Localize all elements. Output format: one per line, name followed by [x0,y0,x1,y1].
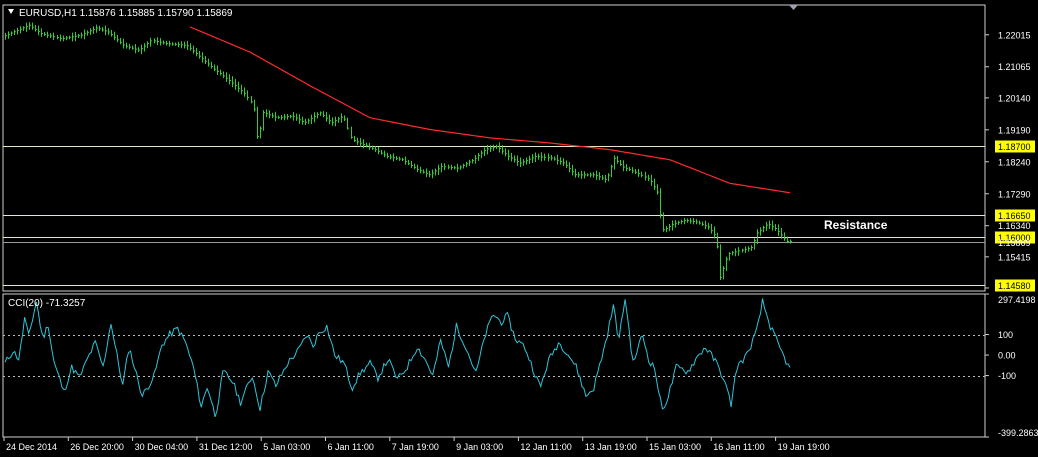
price-tick-label: 1.15415 [998,252,1031,262]
time-tick-label: 19 Jan 19:00 [778,442,830,452]
level-price-label: 1.16650 [998,211,1031,221]
time-tick-label: 31 Dec 12:00 [199,442,253,452]
time-tick-label: 7 Jan 19:00 [392,442,439,452]
price-tick-label: 1.22015 [998,30,1031,40]
time-tick-label: 16 Jan 11:00 [713,442,764,452]
cci-tick-label: 0.00 [998,351,1016,361]
price-tick-label: 1.17290 [998,189,1031,199]
price-tick-label: 1.16340 [998,221,1031,231]
time-tick-label: 9 Jan 03:00 [456,442,503,452]
price-tick-label: 1.18240 [998,157,1031,167]
cci-tick-label: -399.2863 [998,428,1038,438]
time-tick-label: 26 Dec 20:00 [70,442,124,452]
time-tick-label: 24 Dec 2014 [6,442,57,452]
chart-canvas: 1.22015 1.21065 1.20140 1.19190 1.18240 1.172… [0,0,1038,457]
time-tick-label: 6 Jan 11:00 [328,442,374,452]
cci-title: CCI(20) -71.3257 [8,298,86,309]
time-tick-label: 13 Jan 19:00 [585,442,637,452]
price-chart-title: EURUSD,H1 1.15876 1.15885 1.15790 1.1586… [19,8,233,19]
cci-tick-label: 100 [998,330,1013,340]
current-price-label: 1.15869 [998,238,1031,248]
time-tick-label: 12 Jan 11:00 [520,442,571,452]
time-tick-label: 5 Jan 03:00 [263,442,310,452]
cci-tick-label: -100 [998,371,1016,381]
level-price-label: 1.18700 [998,142,1031,152]
resistance-annotation: Resistance [824,218,888,232]
price-tick-label: 1.21065 [998,62,1031,72]
price-tick-label: 1.19190 [998,125,1031,135]
level-price-label: 1.14580 [998,281,1031,291]
time-tick-label: 30 Dec 04:00 [135,442,189,452]
time-tick-label: 15 Jan 03:00 [649,442,701,452]
cci-tick-label: 297.4198 [998,295,1036,305]
price-tick-label: 1.20140 [998,93,1031,103]
